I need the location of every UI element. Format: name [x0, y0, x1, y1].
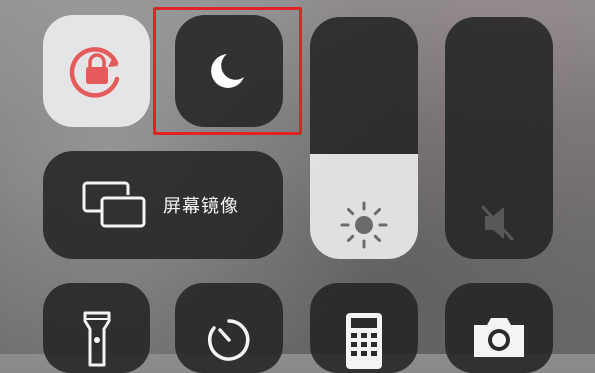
rotation-lock-toggle[interactable]	[43, 15, 150, 127]
brightness-slider[interactable]	[310, 17, 418, 259]
timer-button[interactable]	[175, 283, 283, 373]
calculator-button[interactable]	[310, 283, 418, 373]
rotation-lock-icon	[69, 47, 119, 98]
screen-mirroring-icon	[82, 181, 146, 228]
volume-slider[interactable]	[445, 17, 553, 259]
flashlight-icon	[83, 311, 110, 367]
sun-icon	[340, 201, 388, 249]
camera-icon	[474, 318, 524, 357]
speaker-muted-icon	[481, 205, 514, 241]
annotation-highlight-box	[153, 7, 302, 135]
calculator-icon	[346, 313, 382, 369]
flashlight-button[interactable]	[43, 283, 150, 373]
camera-button[interactable]	[445, 283, 553, 373]
screen-mirroring-label: 屏幕镜像	[163, 196, 239, 217]
timer-icon	[208, 319, 250, 361]
screen-mirroring-button[interactable]: 屏幕镜像	[43, 151, 283, 259]
